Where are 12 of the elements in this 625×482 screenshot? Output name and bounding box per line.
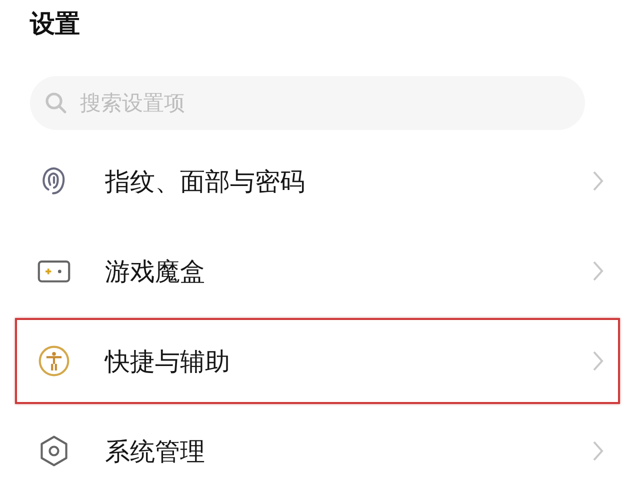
chevron-right-icon (592, 260, 604, 282)
page-title: 设置 (28, 8, 80, 40)
search-field[interactable]: 搜索设置项 (30, 76, 585, 130)
chevron-right-icon (592, 350, 604, 372)
chevron-right-icon (592, 440, 604, 462)
search-icon (44, 91, 68, 115)
settings-item[interactable]: 系统管理 (15, 406, 620, 482)
chevron-right-icon (592, 170, 604, 192)
settings-item[interactable]: 游戏魔盒 (15, 226, 620, 316)
highlighted-settings-item[interactable]: 快捷与辅助 (15, 318, 620, 404)
settings-item[interactable]: 指纹、面部与密码 (15, 136, 620, 226)
accessibility-icon (37, 344, 71, 378)
